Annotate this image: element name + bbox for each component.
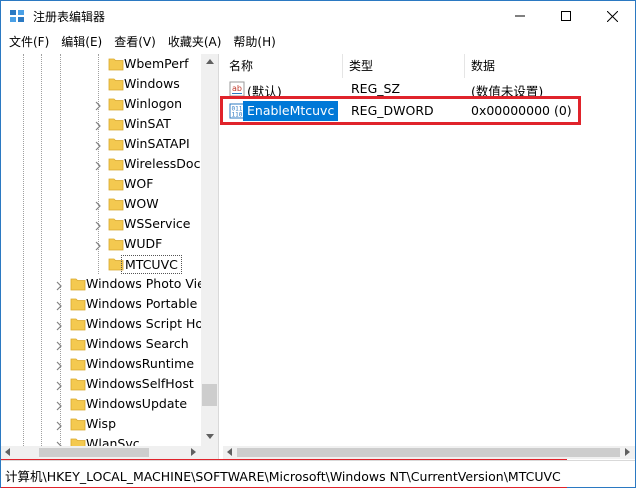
tree-item-label: WUDF [124,236,163,251]
tree-item-label: WSService [124,216,191,231]
title-bar: 注册表编辑器 [1,1,635,31]
tree-item-label: WinSAT [124,116,171,131]
menu-file[interactable]: 文件(F) [3,32,55,53]
key-tree: WbemPerf Windows Winlogon WinSAT WinSATAPI Wi… [1,54,201,446]
scroll-thumb[interactable] [202,384,217,406]
tree-item-label: MTCUVC [121,255,182,274]
tree-item[interactable]: WOW [1,194,201,214]
tree-item[interactable]: Windows Script Ho [1,314,201,334]
chevron-right-icon[interactable] [93,199,103,211]
registry-editor-window: 注册表编辑器 文件(F) 编辑(E) 查看(V) 收藏夹(A) 帮助(H) Wb… [0,0,636,488]
highlight-box-value [220,96,581,125]
chevron-right-icon[interactable] [54,359,64,371]
tree-item-label: WOW [124,196,159,211]
regedit-icon [9,8,25,24]
status-bar: 计算机\HKEY_LOCAL_MACHINE\SOFTWARE\Microsof… [1,460,635,487]
tree-item-label: WindowsRuntime [86,356,195,371]
tree-item-label: Wisp [86,416,117,431]
minimize-icon [515,15,525,17]
chevron-right-icon[interactable] [93,119,103,131]
menu-view[interactable]: 查看(V) [108,32,162,53]
chevron-right-icon[interactable] [93,139,103,151]
menu-edit[interactable]: 编辑(E) [55,32,108,53]
scroll-left-icon[interactable] [227,448,232,456]
tree-item[interactable]: MTCUVC [1,254,201,274]
scroll-corner [201,446,218,459]
scroll-thumb[interactable] [237,448,620,457]
tree-item[interactable]: WirelessDoc [1,154,201,174]
chevron-right-icon[interactable] [54,299,64,311]
scroll-right-icon[interactable] [625,448,630,456]
tree-item-label: WirelessDoc [124,156,201,171]
scroll-thumb[interactable] [39,448,149,457]
chevron-right-icon[interactable] [54,419,64,431]
tree-item[interactable]: WOF [1,174,201,194]
tree-item[interactable]: WbemPerf [1,54,201,74]
values-horizontal-scrollbar[interactable] [223,446,635,459]
tree-item-label: Windows [124,76,180,91]
scroll-right-icon[interactable] [191,448,196,456]
menu-bar: 文件(F) 编辑(E) 查看(V) 收藏夹(A) 帮助(H) [1,32,635,53]
tree-item-label: Windows Script Ho [86,316,201,331]
svg-text:ab: ab [232,84,242,93]
tree-item[interactable]: WindowsSelfHost [1,374,201,394]
chevron-right-icon[interactable] [54,399,64,411]
tree-item[interactable]: WSService [1,214,201,234]
chevron-right-icon[interactable] [54,439,64,446]
tree-item[interactable]: WUDF [1,234,201,254]
scroll-left-icon[interactable] [5,448,10,456]
scroll-up-icon[interactable] [206,59,214,64]
chevron-right-icon[interactable] [93,99,103,111]
tree-item[interactable]: Winlogon [1,94,201,114]
menu-help[interactable]: 帮助(H) [227,32,281,53]
tree-item-label: Winlogon [124,96,183,111]
chevron-right-icon[interactable] [93,159,103,171]
tree-horizontal-scrollbar[interactable] [1,446,201,459]
tree-item[interactable]: Wisp [1,414,201,434]
maximize-button[interactable] [543,1,589,31]
tree-item[interactable]: WindowsRuntime [1,354,201,374]
chevron-right-icon[interactable] [54,379,64,391]
close-icon [606,10,618,22]
tree-item[interactable]: Windows Photo Vie [1,274,201,294]
tree-item[interactable]: WindowsUpdate [1,394,201,414]
tree-item-label: Windows Search [86,336,189,351]
chevron-right-icon[interactable] [93,239,103,251]
tree-item-label: Windows Portable [86,296,198,311]
tree-item-label: Windows Photo Vie [86,276,201,291]
registry-path: 计算机\HKEY_LOCAL_MACHINE\SOFTWARE\Microsof… [5,469,561,484]
column-header-type[interactable]: 类型 [343,54,465,78]
tree-vertical-scrollbar[interactable] [201,54,218,446]
tree-item[interactable]: WlanSvc [1,434,201,446]
tree-item[interactable]: Windows Portable [1,294,201,314]
string-value-icon: ab [229,81,245,97]
chevron-right-icon[interactable] [54,279,64,291]
column-header-data[interactable]: 数据 [465,54,635,78]
minimize-button[interactable] [497,1,543,31]
tree-item-label: WlanSvc [86,436,140,446]
tree-item-label: WOF [124,176,154,191]
value-type: REG_SZ [351,81,401,96]
tree-item[interactable]: WinSAT [1,114,201,134]
tree-item[interactable]: WinSATAPI [1,134,201,154]
menu-favorites[interactable]: 收藏夹(A) [162,32,228,53]
tree-item-label: WbemPerf [124,56,189,71]
chevron-right-icon[interactable] [54,319,64,331]
chevron-right-icon[interactable] [93,219,103,231]
close-button[interactable] [589,1,635,31]
column-header-name[interactable]: 名称 [223,54,343,78]
tree-item-label: WindowsUpdate [86,396,188,411]
key-tree-pane: WbemPerf Windows Winlogon WinSAT WinSATAPI Wi… [1,54,219,459]
window-title: 注册表编辑器 [33,10,106,24]
tree-item-label: WinSATAPI [124,136,190,151]
tree-item-label: WindowsSelfHost [86,376,194,391]
tree-item[interactable]: Windows [1,74,201,94]
scroll-down-icon[interactable] [206,434,214,439]
chevron-right-icon[interactable] [54,339,64,351]
tree-item[interactable]: Windows Search [1,334,201,354]
maximize-icon [561,11,571,21]
